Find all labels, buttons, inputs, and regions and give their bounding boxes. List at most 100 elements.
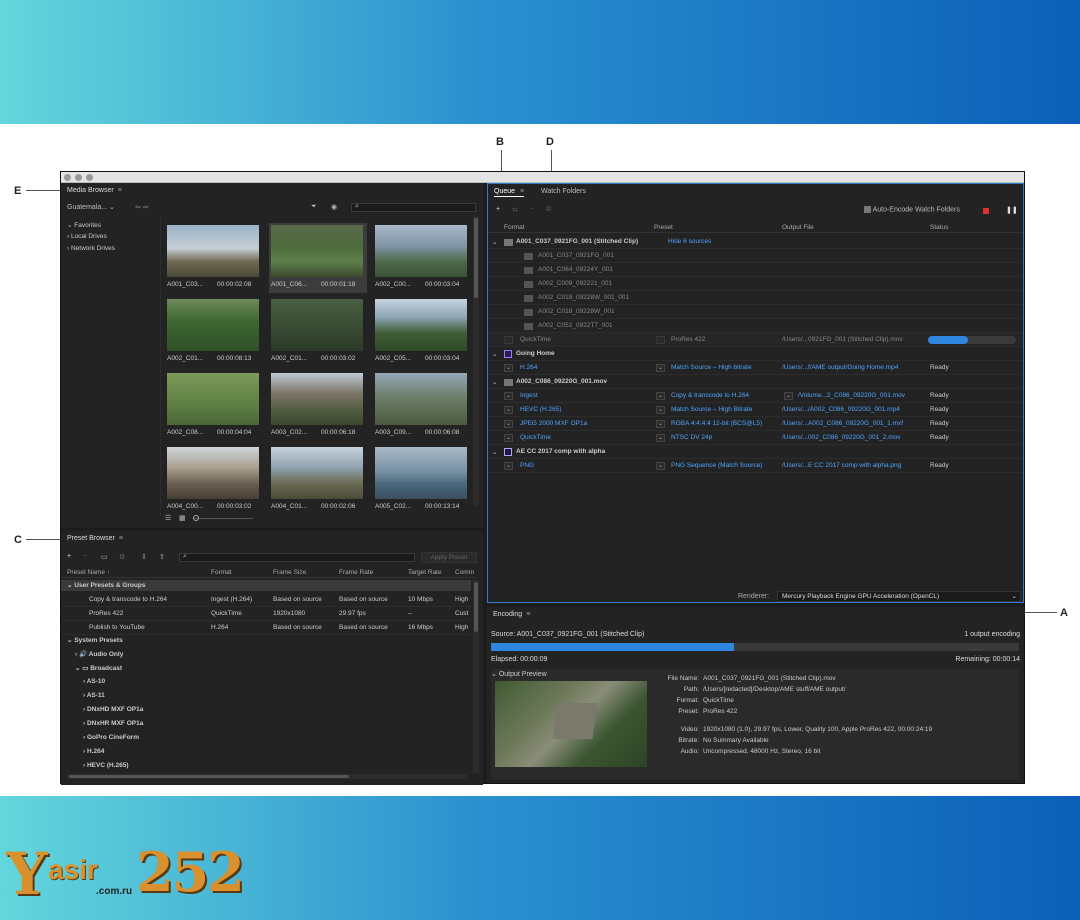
queue-row[interactable]: A002_C018_09228W_001 — [488, 305, 1023, 319]
preset-scrollbar[interactable] — [473, 580, 479, 773]
preset-dropdown[interactable]: ⌄ — [656, 434, 665, 442]
panel-menu-icon[interactable]: ≡ — [119, 535, 123, 542]
back-arrow-icon[interactable]: ⇦ — [135, 204, 141, 211]
output-dropdown[interactable]: ⌄ — [784, 392, 793, 400]
duplicate-icon[interactable]: ⧉ — [546, 206, 551, 214]
format-dropdown[interactable]: ⌄ — [504, 434, 513, 442]
format-dropdown[interactable]: ⌄ — [504, 420, 513, 428]
view-icon[interactable]: ◉ — [331, 203, 337, 211]
chevron-down-icon[interactable]: ⌄ — [492, 378, 497, 386]
remove-preset-icon[interactable]: − — [83, 553, 87, 560]
watch-folders-tab[interactable]: Watch Folders — [541, 188, 586, 195]
media-thumbnail[interactable]: A002_C00... 00:00:03:04 — [373, 223, 471, 293]
format-dropdown[interactable]: ⌄ — [504, 406, 513, 414]
queue-row[interactable]: ⌄ H.264 ⌄ Match Source – High bitrate/Users… — [488, 361, 1023, 375]
renderer-dropdown[interactable]: Mercury Playback Engine GPU Acceleration… — [777, 591, 1021, 602]
media-browser-tab[interactable]: Media Browser ≡ — [67, 187, 122, 194]
media-thumbnail[interactable]: A005_C02... 00:00:13:14 — [373, 445, 471, 515]
preset-search-input[interactable]: ⌕ — [179, 553, 415, 562]
col-preset-name[interactable]: Preset Name ↑ — [67, 569, 110, 576]
queue-row[interactable]: ⌄ A002_C086_09220G_001.mov — [488, 375, 1023, 389]
col-format[interactable]: Format — [211, 569, 232, 576]
export-preset-icon[interactable]: ⇧ — [159, 553, 165, 561]
add-output-icon[interactable]: ⇆ — [512, 206, 518, 214]
user-presets-group[interactable]: ⌄ User Presets & Groups — [61, 580, 471, 591]
preset-dropdown[interactable]: ⌄ — [656, 462, 665, 470]
filter-icon[interactable]: ⏷ — [311, 203, 317, 211]
remove-icon[interactable]: − — [530, 206, 534, 213]
pause-button[interactable]: ❚❚ — [1006, 206, 1018, 214]
minimize-window-button[interactable] — [75, 174, 82, 181]
broadcast-group[interactable]: ⌄ ▭ Broadcast — [75, 664, 122, 672]
tree-item-network-drives[interactable]: › Network Drives — [67, 245, 115, 252]
col-target-rate[interactable]: Target Rate — [408, 569, 442, 576]
queue-tab[interactable]: Queue ≡ — [494, 188, 525, 197]
col-comment[interactable]: Comm — [455, 569, 474, 576]
preset-dropdown[interactable] — [656, 336, 665, 344]
media-thumbnail[interactable]: A001_C03... 00:00:02:08 — [165, 223, 263, 293]
queue-row[interactable]: ⌄ AE CC 2017 comp with alpha — [488, 445, 1023, 459]
preset-h-scrollbar[interactable] — [67, 774, 467, 779]
queue-row[interactable]: A002_C052_0922T7_001 — [488, 319, 1023, 333]
preset-row[interactable]: ProRes 422 QuickTime 1920x1080 29.97 fps – Cu… — [61, 608, 471, 621]
add-preset-icon[interactable]: + — [67, 553, 71, 560]
chevron-down-icon[interactable]: ⌄ — [492, 350, 497, 358]
media-thumbnail[interactable]: A002_C01... 00:00:08:13 — [165, 297, 263, 367]
preset-row[interactable]: Publish to YouTube H.264 Based on source Ba… — [61, 622, 471, 635]
zoom-window-button[interactable] — [86, 174, 93, 181]
location-dropdown[interactable]: Guatemala... ⌄ — [67, 203, 115, 211]
media-search-input[interactable]: ⌕ — [351, 203, 476, 212]
broadcast-preset-item[interactable]: › AS-10 — [83, 678, 105, 685]
system-presets-group[interactable]: ⌄ System Presets — [67, 636, 123, 644]
chevron-down-icon[interactable]: ⌄ — [492, 448, 497, 456]
format-dropdown[interactable]: ⌄ — [504, 462, 513, 470]
add-source-icon[interactable]: + — [496, 206, 500, 213]
format-dropdown[interactable]: ⌄ — [504, 364, 513, 372]
import-preset-icon[interactable]: ⇩ — [141, 553, 147, 561]
queue-row[interactable]: ⌄ Ingest ⌄ Copy & transcode to H.264/Volume… — [488, 389, 1023, 403]
broadcast-preset-item[interactable]: › H.264 — [83, 748, 104, 755]
preset-dropdown[interactable]: ⌄ — [656, 420, 665, 428]
queue-row[interactable]: A002_C009_092221_001 — [488, 277, 1023, 291]
broadcast-preset-item[interactable]: › DNxHD MXF OP1a — [83, 706, 143, 713]
queue-row[interactable]: A002_C018_09228W_001_001 — [488, 291, 1023, 305]
queue-row[interactable]: A001_C037_0921FG_001 — [488, 249, 1023, 263]
zoom-slider[interactable] — [193, 518, 253, 519]
media-thumbnail[interactable]: A001_C06... 00:00:01:18 — [269, 223, 367, 293]
settings-icon[interactable]: ⚙ — [119, 553, 125, 561]
list-view-icon[interactable]: ☰ — [165, 514, 171, 522]
chevron-down-icon[interactable]: ⌄ — [492, 238, 497, 246]
forward-arrow-icon[interactable]: ⇨ — [143, 204, 149, 211]
queue-row[interactable]: ⌄ Going Home — [488, 347, 1023, 361]
preset-dropdown[interactable]: ⌄ — [656, 392, 665, 400]
format-dropdown[interactable] — [504, 336, 513, 344]
queue-row[interactable]: QuickTime ProRes 422/Users/...0921FG_001 … — [488, 333, 1023, 347]
media-thumbnail[interactable]: A004_C01... 00:00:02:06 — [269, 445, 367, 515]
broadcast-preset-item[interactable]: › GoPro CineForm — [83, 734, 139, 741]
close-window-button[interactable] — [64, 174, 71, 181]
media-thumbnail[interactable]: A003_C02... 00:00:06:18 — [269, 371, 367, 441]
zoom-slider-handle[interactable] — [193, 515, 199, 521]
broadcast-preset-item[interactable]: › HEVC (H.265) — [83, 762, 129, 769]
preset-dropdown[interactable]: ⌄ — [656, 406, 665, 414]
media-thumbnail[interactable]: A002_C05... 00:00:03:04 — [373, 297, 471, 367]
queue-row[interactable]: ⌄ PNG ⌄ PNG Sequence (Match Source) /Users/.… — [488, 459, 1023, 473]
col-frame-rate[interactable]: Frame Rate — [339, 569, 373, 576]
panel-menu-icon[interactable]: ≡ — [118, 187, 122, 194]
media-thumbnail[interactable]: A003_C09... 00:00:06:08 — [373, 371, 471, 441]
new-group-icon[interactable]: ▭ — [101, 553, 108, 561]
queue-row[interactable]: ⌄ JPEG 2000 MXF OP1a ⌄ RGBA 4:4:4:4 12-bit … — [488, 417, 1023, 431]
output-preview-toggle[interactable]: ⌄ Output Preview — [491, 670, 547, 678]
queue-row[interactable]: A001_C064_09224Y_001 — [488, 263, 1023, 277]
apply-preset-button[interactable]: Apply Preset — [421, 552, 477, 563]
preset-row[interactable]: Copy & transcode to H.264 Ingest (H.264) B… — [61, 594, 471, 607]
media-scrollbar[interactable] — [473, 216, 479, 506]
preset-browser-tab[interactable]: Preset Browser ≡ — [67, 535, 123, 542]
tree-item-favorites[interactable]: ⌄ Favorites — [67, 221, 101, 229]
col-frame-size[interactable]: Frame Size — [273, 569, 306, 576]
queue-row[interactable]: ⌄ HEVC (H.265) ⌄ Match Source – High Bitrat… — [488, 403, 1023, 417]
queue-row[interactable]: ⌄ A001_C037_0921FG_001 (Stitched Clip) Hid… — [488, 235, 1023, 249]
auto-encode-checkbox[interactable]: Auto-Encode Watch Folders — [864, 206, 960, 213]
audio-only-group[interactable]: › 🔊 Audio Only — [75, 650, 123, 658]
format-dropdown[interactable]: ⌄ — [504, 392, 513, 400]
